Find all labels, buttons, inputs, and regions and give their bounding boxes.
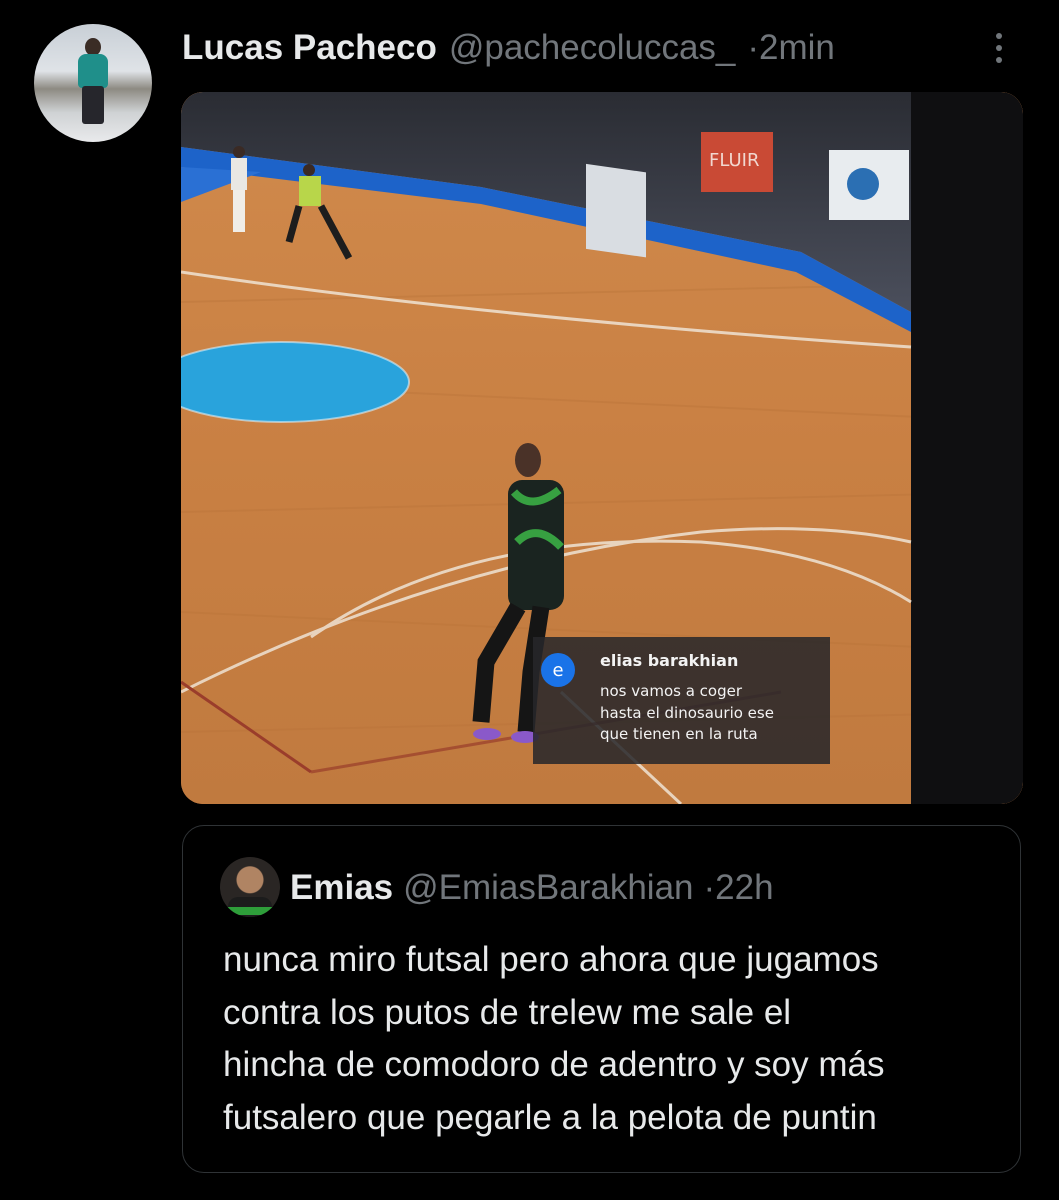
quote-line: nunca miro futsal pero ahora que jugamos: [223, 940, 879, 979]
caption-name: elias barakhian: [600, 651, 739, 670]
avatar-person-body: [78, 54, 108, 88]
author-handle[interactable]: @pachecoluccas_: [449, 28, 736, 68]
quote-header: Emias @EmiasBarakhian · 22h: [290, 864, 774, 912]
tweet-header: Lucas Pacheco @pachecoluccas_ · 2min: [182, 26, 835, 70]
chat-caption-overlay: e elias barakhian nos vamos a coger hast…: [533, 637, 830, 764]
quote-author-name[interactable]: Emias: [290, 868, 393, 908]
more-dot: [996, 57, 1002, 63]
caption-line: que tienen en la ruta: [600, 725, 758, 743]
quote-author-handle[interactable]: @EmiasBarakhian: [403, 868, 693, 908]
author-name[interactable]: Lucas Pacheco: [182, 28, 437, 68]
caption-avatar: e: [541, 653, 575, 687]
caption-line: hasta el dinosaurio ese: [600, 703, 774, 722]
more-dot: [996, 33, 1002, 39]
quote-author-avatar[interactable]: [220, 857, 280, 917]
quote-line: hincha de comodoro de adentro y soy más: [223, 1045, 885, 1084]
author-avatar[interactable]: [34, 24, 152, 142]
quote-time[interactable]: 22h: [715, 868, 773, 908]
caption-message: nos vamos a coger hasta el dinosaurio es…: [600, 681, 774, 746]
tweet-media-photo[interactable]: FLUIR e elias barakhian nos vamos a coge…: [181, 92, 1023, 804]
time-separator: ·: [747, 28, 760, 67]
quote-line: contra los putos de trelew me sale el: [223, 992, 792, 1032]
avatar-band: [220, 907, 280, 915]
avatar-person-legs: [82, 86, 104, 124]
quote-text: nunca miro futsal pero ahora que jugamos…: [223, 934, 1008, 1144]
quote-line: futsalero que pegarle a la pelota de pun…: [223, 1097, 877, 1137]
quote-time-separator: ·: [703, 868, 716, 907]
tweet-time[interactable]: 2min: [759, 28, 835, 68]
banner-text: FLUIR: [709, 150, 759, 171]
quoted-tweet[interactable]: Emias @EmiasBarakhian · 22h nunca miro f…: [182, 825, 1021, 1173]
more-dot: [996, 45, 1002, 51]
caption-line: nos vamos a coger: [600, 682, 743, 700]
more-options-icon[interactable]: [985, 26, 1013, 70]
